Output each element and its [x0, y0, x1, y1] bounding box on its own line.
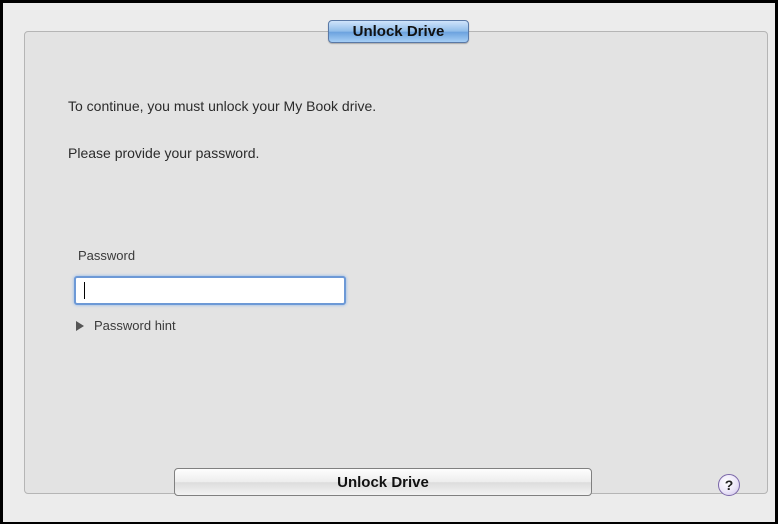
help-icon[interactable]: ? [718, 474, 740, 496]
disclosure-triangle-icon [76, 320, 84, 331]
help-icon-glyph: ? [724, 477, 734, 493]
tab-label: Unlock Drive [352, 23, 445, 40]
password-hint-disclosure[interactable]: Password hint [76, 318, 176, 333]
unlock-drive-button[interactable]: Unlock Drive [174, 468, 592, 496]
tab-unlock-drive[interactable]: Unlock Drive [328, 20, 469, 43]
password-input[interactable] [74, 276, 346, 305]
unlock-drive-button-label: Unlock Drive [337, 473, 429, 491]
password-label: Password [78, 248, 136, 263]
password-hint-label: Password hint [94, 318, 176, 333]
unlock-instruction-text: To continue, you must unlock your My Boo… [68, 98, 377, 114]
password-prompt-text: Please provide your password. [68, 145, 260, 161]
text-caret [84, 282, 85, 299]
